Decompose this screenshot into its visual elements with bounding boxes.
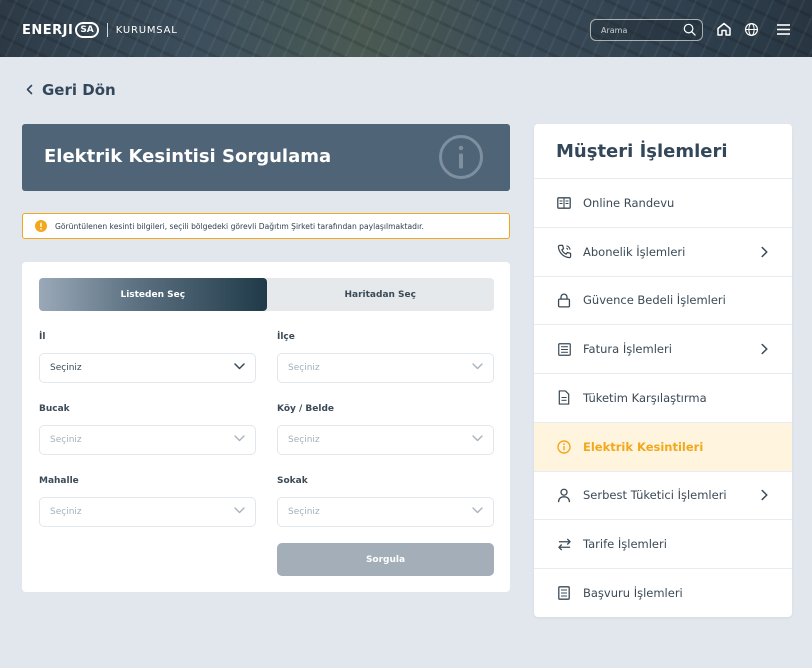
menu-icon[interactable] (774, 20, 792, 38)
field-label-sokak: Sokak (277, 476, 308, 486)
logo-subtitle: KURUMSAL (115, 24, 178, 36)
select-value: Seçiniz (50, 363, 82, 373)
menu-item-online-randevu[interactable]: Online Randevu (534, 179, 792, 228)
menu-item-abonelik[interactable]: Abonelik İşlemleri (534, 228, 792, 277)
select-ilce[interactable]: Seçiniz (277, 353, 494, 383)
select-value: Seçiniz (50, 507, 82, 517)
menu-item-label: Online Randevu (583, 195, 675, 210)
notice-banner: Görüntülenen kesinti bilgileri, seçili b… (22, 213, 510, 239)
field-label-bucak: Bucak (39, 404, 70, 414)
info-icon (556, 439, 572, 455)
notice-text: Görüntülenen kesinti bilgileri, seçili b… (55, 221, 424, 231)
home-icon[interactable] (715, 20, 733, 38)
chevron-down-icon (234, 363, 245, 373)
back-link[interactable]: Geri Dön (25, 80, 116, 99)
brand-logo[interactable]: ENERJI SA KURUMSAL (22, 21, 178, 39)
user-icon (556, 487, 572, 503)
select-value: Seçiniz (288, 507, 320, 517)
select-il[interactable]: Seçiniz (39, 353, 256, 383)
logo-text: ENERJI (22, 22, 74, 38)
chevron-down-icon (472, 507, 483, 517)
tab-list-select[interactable]: Listeden Seç (39, 278, 267, 311)
customer-operations-menu: Müşteri İşlemleri Online Randevu Aboneli… (534, 124, 792, 617)
info-icon (438, 134, 484, 184)
calendar-icon (556, 195, 572, 211)
menu-item-fatura[interactable]: Fatura İşlemleri (534, 325, 792, 374)
chevron-down-icon (234, 507, 245, 517)
menu-item-label: Fatura İşlemleri (583, 342, 672, 357)
field-label-il: İl (39, 332, 46, 342)
menu-item-label: Tüketim Karşılaştırma (583, 390, 707, 405)
menu-item-elektrik-kesintileri[interactable]: Elektrik Kesintileri (534, 422, 792, 472)
globe-icon[interactable] (742, 20, 760, 38)
select-koy-belde[interactable]: Seçiniz (277, 425, 494, 455)
invoice-icon (556, 341, 572, 357)
field-label-ilce: İlçe (277, 332, 295, 342)
menu-item-label: Serbest Tüketici İşlemleri (583, 488, 727, 503)
warning-icon (35, 217, 47, 236)
chevron-down-icon (472, 363, 483, 373)
lock-icon (556, 292, 572, 308)
select-mahalle[interactable]: Seçiniz (39, 497, 256, 527)
chevron-left-icon (25, 80, 34, 99)
menu-item-label: Abonelik İşlemleri (583, 244, 686, 259)
menu-item-tuketim-karsilastirma[interactable]: Tüketim Karşılaştırma (534, 374, 792, 423)
menu-item-serbest-tuketici[interactable]: Serbest Tüketici İşlemleri (534, 472, 792, 521)
tab-map-select[interactable]: Haritadan Seç (267, 278, 495, 311)
page-title-banner: Elektrik Kesintisi Sorgulama (22, 124, 510, 191)
logo-divider (106, 23, 108, 37)
top-header: ENERJI SA KURUMSAL (0, 0, 812, 57)
selection-tabs: Listeden Seç Haritadan Seç (39, 278, 494, 311)
chevron-down-icon (234, 435, 245, 445)
back-label: Geri Dön (42, 80, 116, 99)
side-menu-title: Müşteri İşlemleri (534, 124, 792, 179)
menu-item-label: Başvuru İşlemleri (583, 586, 683, 601)
select-value: Seçiniz (50, 435, 82, 445)
menu-item-label: Elektrik Kesintileri (583, 439, 704, 454)
search-input[interactable] (601, 25, 671, 35)
search-icon[interactable] (683, 21, 696, 40)
menu-item-guvence-bedeli[interactable]: Güvence Bedeli İşlemleri (534, 277, 792, 326)
query-button[interactable]: Sorgula (277, 543, 494, 576)
swap-icon (556, 536, 572, 552)
query-form-card: Listeden Seç Haritadan Seç İl Seçiniz İl… (22, 262, 510, 592)
chevron-right-icon (761, 340, 768, 359)
chevron-right-icon (761, 242, 768, 261)
menu-item-label: Güvence Bedeli İşlemleri (583, 293, 726, 308)
chevron-down-icon (472, 435, 483, 445)
page-title: Elektrik Kesintisi Sorgulama (44, 146, 332, 167)
menu-item-basvuru[interactable]: Başvuru İşlemleri (534, 569, 792, 617)
chevron-right-icon (761, 486, 768, 505)
search-box[interactable] (590, 19, 703, 41)
select-value: Seçiniz (288, 435, 320, 445)
select-sokak[interactable]: Seçiniz (277, 497, 494, 527)
select-bucak[interactable]: Seçiniz (39, 425, 256, 455)
form-icon (556, 585, 572, 601)
field-label-mahalle: Mahalle (39, 476, 79, 486)
menu-item-label: Tarife İşlemleri (583, 537, 667, 552)
select-value: Seçiniz (288, 363, 320, 373)
document-icon (556, 390, 572, 406)
phone-icon (556, 244, 572, 260)
field-label-koy-belde: Köy / Belde (277, 404, 335, 414)
menu-item-tarife[interactable]: Tarife İşlemleri (534, 520, 792, 569)
logo-badge: SA (75, 22, 99, 38)
